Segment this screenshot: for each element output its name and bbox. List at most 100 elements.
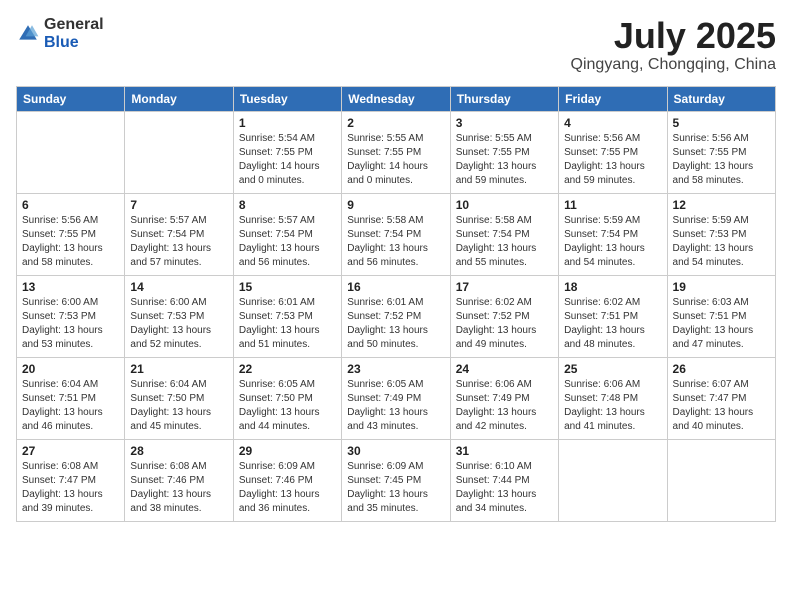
cell-day-number: 9	[347, 198, 444, 212]
cell-day-number: 16	[347, 280, 444, 294]
cell-day-number: 19	[673, 280, 770, 294]
cell-info: Sunrise: 5:58 AMSunset: 7:54 PMDaylight:…	[456, 214, 553, 270]
cell-day-number: 12	[673, 198, 770, 212]
cell-info: Sunrise: 6:08 AMSunset: 7:46 PMDaylight:…	[130, 460, 227, 516]
calendar-cell: 22 Sunrise: 6:05 AMSunset: 7:50 PMDayligh…	[233, 357, 341, 439]
month-year-title: July 2025	[571, 16, 776, 56]
calendar-cell: 4 Sunrise: 5:56 AMSunset: 7:55 PMDaylight…	[559, 111, 667, 193]
calendar-cell: 24 Sunrise: 6:06 AMSunset: 7:49 PMDayligh…	[450, 357, 558, 439]
calendar-cell: 7Sunrise: 5:57 AMSunset: 7:54 PMDaylight…	[125, 193, 233, 275]
cell-info: Sunrise: 6:09 AMSunset: 7:45 PMDaylight:…	[347, 460, 444, 516]
calendar-cell: 29 Sunrise: 6:09 AMSunset: 7:46 PMDayligh…	[233, 439, 341, 521]
calendar-cell	[559, 439, 667, 521]
calendar-cell: 19 Sunrise: 6:03 AMSunset: 7:51 PMDayligh…	[667, 275, 775, 357]
column-header-tuesday: Tuesday	[233, 86, 341, 111]
calendar-cell: 13Sunrise: 6:00 AMSunset: 7:53 PMDayligh…	[17, 275, 125, 357]
cell-info: Sunrise: 6:05 AMSunset: 7:50 PMDaylight:…	[239, 378, 336, 434]
calendar-cell: 15 Sunrise: 6:01 AMSunset: 7:53 PMDayligh…	[233, 275, 341, 357]
cell-day-number: 14	[130, 280, 227, 294]
calendar-cell	[125, 111, 233, 193]
calendar-cell: 28 Sunrise: 6:08 AMSunset: 7:46 PMDayligh…	[125, 439, 233, 521]
cell-day-number: 24	[456, 362, 553, 376]
cell-day-number: 21	[130, 362, 227, 376]
calendar-cell: 1Sunrise: 5:54 AMSunset: 7:55 PMDaylight…	[233, 111, 341, 193]
cell-day-number: 25	[564, 362, 661, 376]
calendar-cell: 18Sunrise: 6:02 AMSunset: 7:51 PMDayligh…	[559, 275, 667, 357]
cell-day-number: 20	[22, 362, 119, 376]
calendar-cell: 16Sunrise: 6:01 AMSunset: 7:52 PMDayligh…	[342, 275, 450, 357]
cell-info: Sunrise: 6:10 AMSunset: 7:44 PMDaylight:…	[456, 460, 553, 516]
week-row-2: 6Sunrise: 5:56 AMSunset: 7:55 PMDaylight…	[17, 193, 776, 275]
cell-day-number: 23	[347, 362, 444, 376]
cell-info: Sunrise: 5:55 AMSunset: 7:55 PMDaylight:…	[456, 132, 553, 188]
column-header-thursday: Thursday	[450, 86, 558, 111]
calendar-cell: 12 Sunrise: 5:59 AMSunset: 7:53 PMDayligh…	[667, 193, 775, 275]
calendar-cell	[17, 111, 125, 193]
calendar-cell: 9Sunrise: 5:58 AMSunset: 7:54 PMDaylight…	[342, 193, 450, 275]
cell-info: Sunrise: 5:55 AMSunset: 7:55 PMDaylight:…	[347, 132, 444, 188]
cell-day-number: 31	[456, 444, 553, 458]
cell-day-number: 13	[22, 280, 119, 294]
calendar-cell: 31 Sunrise: 6:10 AMSunset: 7:44 PMDayligh…	[450, 439, 558, 521]
cell-day-number: 15	[239, 280, 336, 294]
cell-info: Sunrise: 6:07 AMSunset: 7:47 PMDaylight:…	[673, 378, 770, 434]
logo: General Blue	[16, 16, 104, 52]
calendar-cell: 23 Sunrise: 6:05 AMSunset: 7:49 PMDayligh…	[342, 357, 450, 439]
calendar-cell: 14 Sunrise: 6:00 AMSunset: 7:53 PMDayligh…	[125, 275, 233, 357]
calendar-table: SundayMondayTuesdayWednesdayThursdayFrid…	[16, 86, 776, 522]
cell-day-number: 26	[673, 362, 770, 376]
calendar-cell: 21 Sunrise: 6:04 AMSunset: 7:50 PMDayligh…	[125, 357, 233, 439]
cell-info: Sunrise: 6:09 AMSunset: 7:46 PMDaylight:…	[239, 460, 336, 516]
calendar-cell: 3 Sunrise: 5:55 AMSunset: 7:55 PMDaylight…	[450, 111, 558, 193]
cell-info: Sunrise: 5:56 AMSunset: 7:55 PMDaylight:…	[564, 132, 661, 188]
logo-icon	[16, 22, 40, 46]
calendar-header-row: SundayMondayTuesdayWednesdayThursdayFrid…	[17, 86, 776, 111]
week-row-3: 13 Sunrise: 6:00 AMSunset: 7:53 PMDayligh…	[17, 275, 776, 357]
cell-info: Sunrise: 6:02 AMSunset: 7:51 PMDaylight:…	[564, 296, 661, 352]
logo-general-text: General	[44, 16, 104, 33]
cell-day-number: 2	[347, 116, 444, 130]
calendar-cell: 20Sunrise: 6:04 AMSunset: 7:51 PMDayligh…	[17, 357, 125, 439]
logo-blue-text: Blue	[44, 34, 79, 51]
cell-day-number: 10	[456, 198, 553, 212]
calendar-cell: 17 Sunrise: 6:02 AMSunset: 7:52 PMDayligh…	[450, 275, 558, 357]
week-row-1: 1Sunrise: 5:54 AMSunset: 7:55 PMDaylight…	[17, 111, 776, 193]
week-row-4: 20Sunrise: 6:04 AMSunset: 7:51 PMDayligh…	[17, 357, 776, 439]
cell-day-number: 22	[239, 362, 336, 376]
calendar-cell: 26 Sunrise: 6:07 AMSunset: 7:47 PMDayligh…	[667, 357, 775, 439]
cell-day-number: 17	[456, 280, 553, 294]
calendar-cell: 25Sunrise: 6:06 AMSunset: 7:48 PMDayligh…	[559, 357, 667, 439]
cell-info: Sunrise: 6:05 AMSunset: 7:49 PMDaylight:…	[347, 378, 444, 434]
cell-info: Sunrise: 6:01 AMSunset: 7:53 PMDaylight:…	[239, 296, 336, 352]
calendar-cell: 5 Sunrise: 5:56 AMSunset: 7:55 PMDaylight…	[667, 111, 775, 193]
cell-info: Sunrise: 5:57 AMSunset: 7:54 PMDaylight:…	[239, 214, 336, 270]
location-subtitle: Qingyang, Chongqing, China	[571, 56, 776, 74]
cell-info: Sunrise: 6:02 AMSunset: 7:52 PMDaylight:…	[456, 296, 553, 352]
title-block: July 2025 Qingyang, Chongqing, China	[571, 16, 776, 74]
column-header-monday: Monday	[125, 86, 233, 111]
cell-day-number: 4	[564, 116, 661, 130]
cell-info: Sunrise: 6:06 AMSunset: 7:49 PMDaylight:…	[456, 378, 553, 434]
calendar-cell: 10 Sunrise: 5:58 AMSunset: 7:54 PMDayligh…	[450, 193, 558, 275]
cell-info: Sunrise: 5:54 AMSunset: 7:55 PMDaylight:…	[239, 132, 336, 188]
cell-day-number: 11	[564, 198, 661, 212]
calendar-cell: 2 Sunrise: 5:55 AMSunset: 7:55 PMDaylight…	[342, 111, 450, 193]
cell-day-number: 29	[239, 444, 336, 458]
cell-info: Sunrise: 5:57 AMSunset: 7:54 PMDaylight:…	[130, 214, 227, 270]
cell-info: Sunrise: 6:00 AMSunset: 7:53 PMDaylight:…	[130, 296, 227, 352]
cell-day-number: 5	[673, 116, 770, 130]
cell-info: Sunrise: 5:59 AMSunset: 7:54 PMDaylight:…	[564, 214, 661, 270]
page-header: General Blue July 2025 Qingyang, Chongqi…	[16, 16, 776, 74]
calendar-cell: 30 Sunrise: 6:09 AMSunset: 7:45 PMDayligh…	[342, 439, 450, 521]
cell-day-number: 28	[130, 444, 227, 458]
cell-day-number: 30	[347, 444, 444, 458]
column-header-saturday: Saturday	[667, 86, 775, 111]
cell-day-number: 8	[239, 198, 336, 212]
cell-info: Sunrise: 6:03 AMSunset: 7:51 PMDaylight:…	[673, 296, 770, 352]
cell-info: Sunrise: 5:59 AMSunset: 7:53 PMDaylight:…	[673, 214, 770, 270]
cell-day-number: 27	[22, 444, 119, 458]
column-header-friday: Friday	[559, 86, 667, 111]
cell-info: Sunrise: 5:56 AMSunset: 7:55 PMDaylight:…	[673, 132, 770, 188]
cell-day-number: 3	[456, 116, 553, 130]
cell-info: Sunrise: 6:04 AMSunset: 7:50 PMDaylight:…	[130, 378, 227, 434]
